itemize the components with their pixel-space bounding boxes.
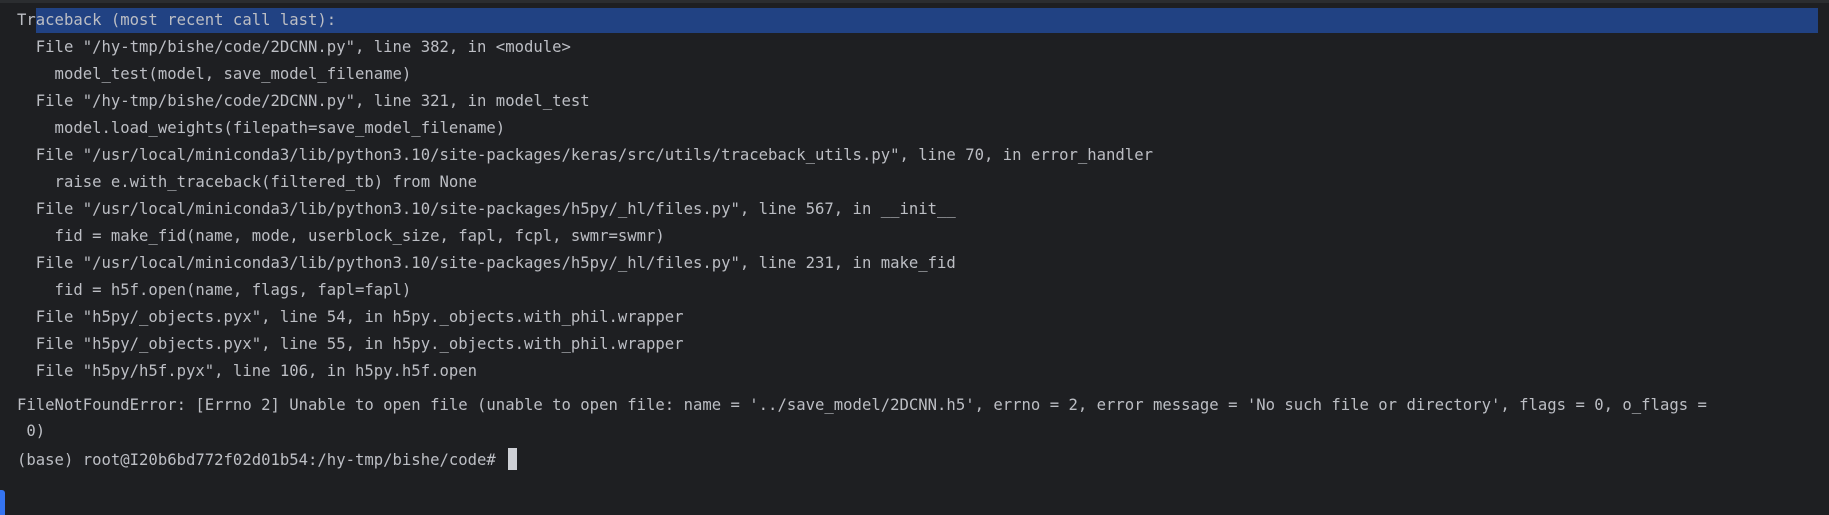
error-message: FileNotFoundError: [Errno 2] Unable to o… [17,396,1707,414]
shell-prompt: (base) root@I20b6bd772f02d01b54:/hy-tmp/… [17,451,496,469]
traceback-line: fid = make_fid(name, mode, userblock_siz… [17,227,665,245]
traceback-line: File "/usr/local/miniconda3/lib/python3.… [17,200,956,218]
shell-prompt-line[interactable]: (base) root@I20b6bd772f02d01b54:/hy-tmp/… [17,447,517,474]
scrolled-line-remnant [0,0,1829,3]
traceback-line: File "/hy-tmp/bishe/code/2DCNN.py", line… [17,92,590,110]
traceback-line: File "h5py/_objects.pyx", line 55, in h5… [17,335,684,353]
traceback-line: File "h5py/_objects.pyx", line 54, in h5… [17,308,684,326]
traceback-line: model_test(model, save_model_filename) [17,65,412,83]
text-cursor [507,447,517,470]
traceback-line: File "h5py/h5f.pyx", line 106, in h5py.h… [17,362,478,380]
traceback-line: File "/hy-tmp/bishe/code/2DCNN.py", line… [17,38,571,56]
traceback-line: fid = h5f.open(name, flags, fapl=fapl) [17,281,412,299]
traceback-line: raise e.with_traceback(filtered_tb) from… [17,173,478,191]
traceback-line: File "/usr/local/miniconda3/lib/python3.… [17,146,1153,164]
error-message-continuation: 0) [17,422,46,440]
side-tab-indicator[interactable] [0,490,5,515]
terminal-output[interactable]: Traceback (most recent call last): File … [0,0,1829,515]
traceback-header: Traceback (most recent call last): [17,11,337,29]
traceback-line: model.load_weights(filepath=save_model_f… [17,119,506,137]
traceback-line: File "/usr/local/miniconda3/lib/python3.… [17,254,956,272]
